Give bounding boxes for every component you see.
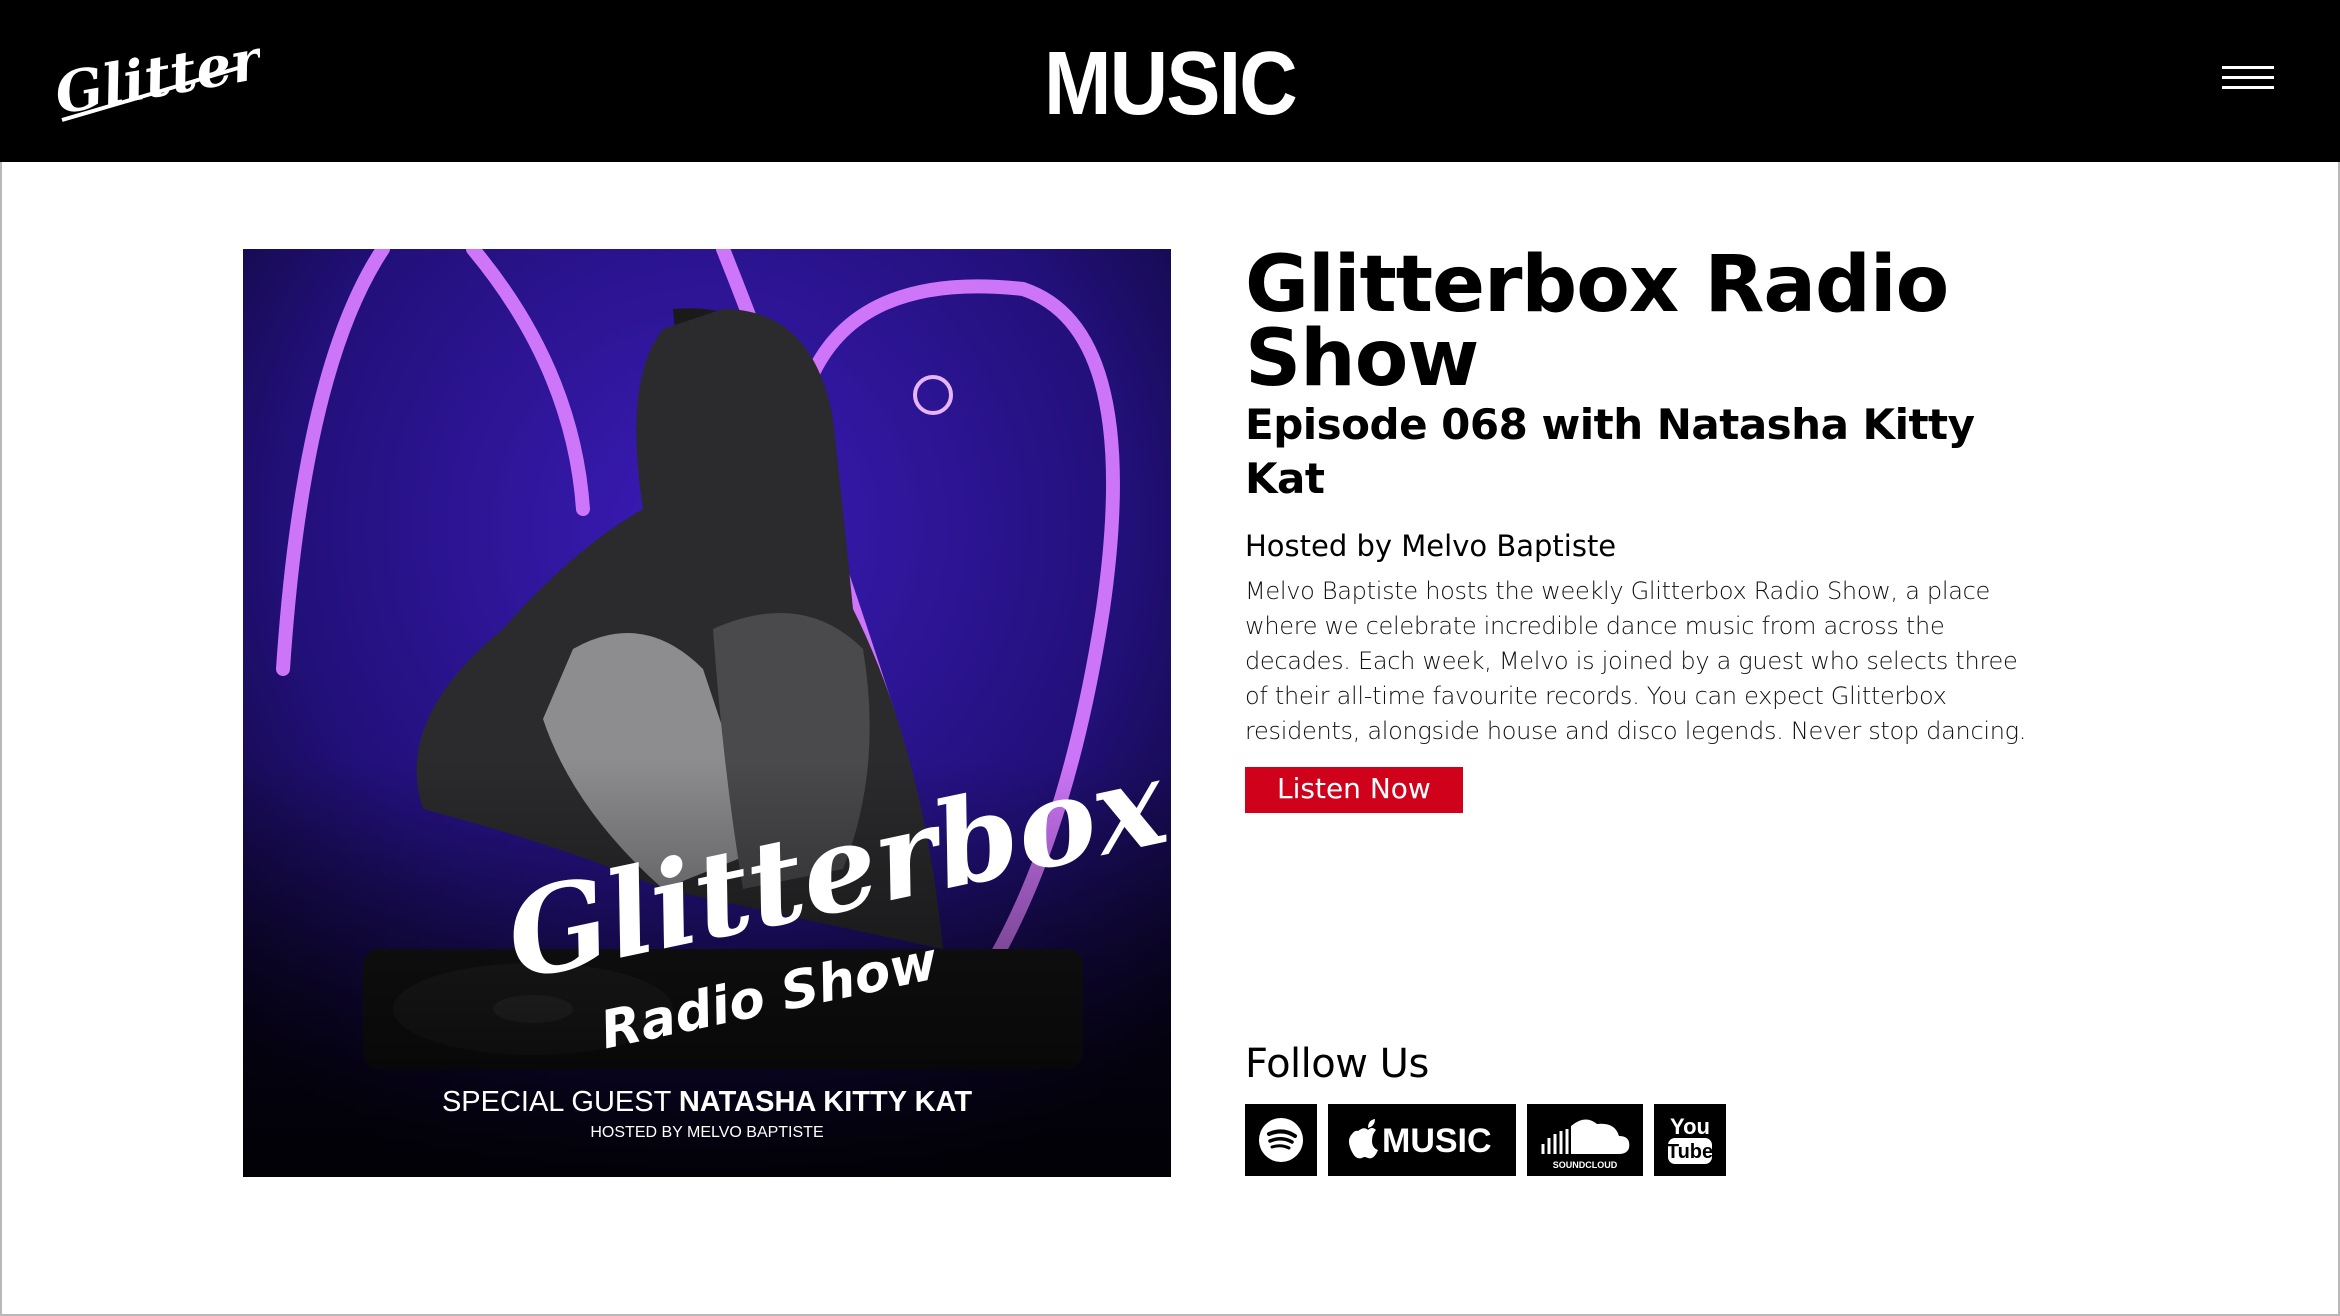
show-description: Melvo Baptiste hosts the weekly Glitterb…	[1245, 577, 2027, 745]
soundcloud-icon[interactable]: SOUNDCLOUD	[1527, 1104, 1643, 1176]
site-header: Glitterbox MUSIC	[0, 0, 2340, 162]
show-info: Glitterbox Radio Show Episode 068 with N…	[1245, 240, 2045, 813]
show-artwork: Glitterbox Radio Show SPECIAL GUEST NATA…	[243, 249, 1171, 1177]
svg-text:You: You	[1670, 1114, 1710, 1139]
artwork-hosted-by: HOSTED BY MELVO BAPTISTE	[590, 1124, 823, 1141]
episode-title: Episode 068 with Natasha Kitty Kat	[1245, 400, 1975, 503]
follow-us-heading: Follow Us	[1245, 1041, 1429, 1087]
page-title: MUSIC	[1044, 34, 1298, 134]
show-title: Glitterbox Radio Show	[1245, 240, 1949, 404]
hamburger-icon[interactable]	[2222, 64, 2276, 92]
listen-now-button[interactable]: Listen Now	[1245, 767, 1463, 813]
host-line: Hosted by Melvo Baptiste	[1245, 529, 1617, 563]
svg-text:Tube: Tube	[1667, 1141, 1713, 1163]
apple-music-icon[interactable]: MUSIC	[1328, 1104, 1516, 1176]
spotify-icon[interactable]	[1245, 1104, 1317, 1176]
svg-text:SOUNDCLOUD: SOUNDCLOUD	[1553, 1160, 1618, 1170]
svg-text:MUSIC: MUSIC	[1382, 1122, 1492, 1160]
artwork-guest-line: SPECIAL GUEST NATASHA KITTY KAT	[442, 1086, 972, 1118]
youtube-icon[interactable]: You Tube	[1654, 1104, 1726, 1176]
